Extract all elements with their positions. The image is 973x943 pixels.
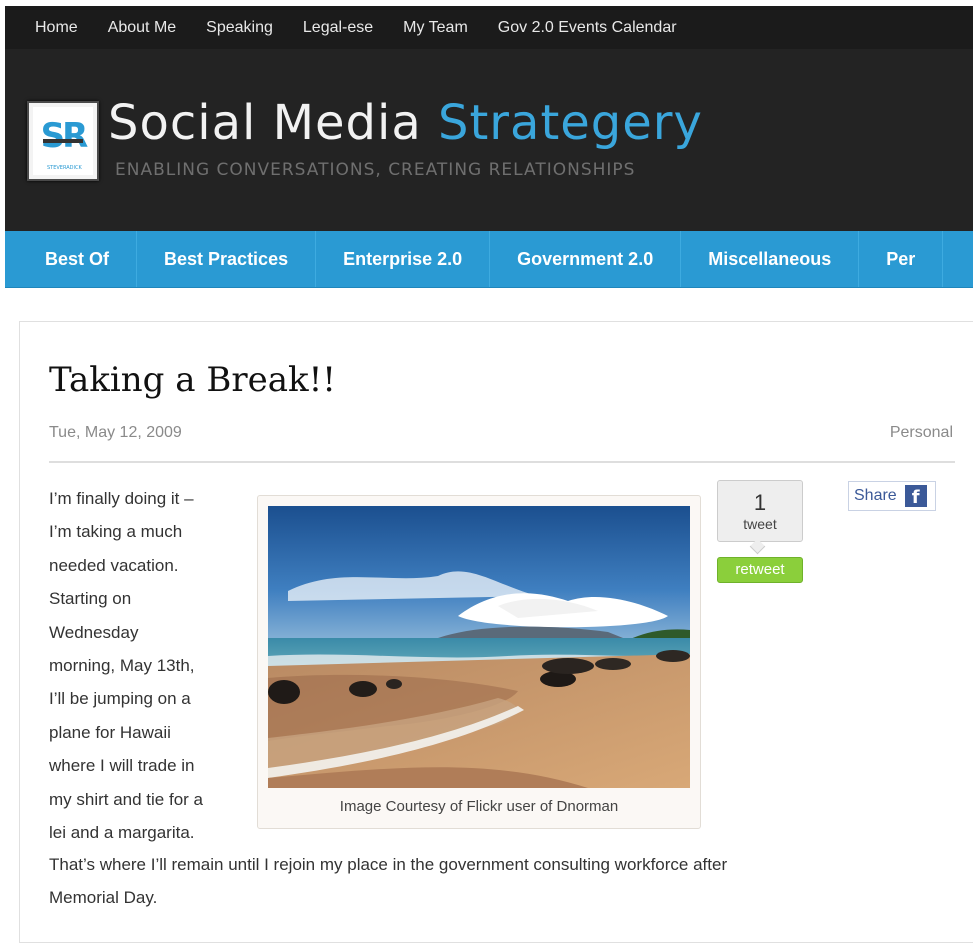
post-image-figure: Image Courtesy of Flickr user of Dnorman — [257, 495, 701, 829]
facebook-share-button[interactable]: Share f — [848, 481, 936, 511]
category-miscellaneous[interactable]: Miscellaneous — [681, 231, 860, 287]
post-category-link[interactable]: Personal — [890, 424, 953, 442]
nav-link-my-team[interactable]: My Team — [403, 19, 468, 37]
svg-text:SR: SR — [41, 116, 88, 156]
post-body-narrow: I’m finally doing it – I’m taking a much… — [49, 482, 249, 849]
body-line: plane for Hawaii — [49, 722, 171, 742]
body-line: That’s where I’ll remain until I rejoin … — [49, 855, 728, 874]
top-navigation: Home About Me Speaking Legal-ese My Team… — [5, 6, 973, 49]
beach-photo-image — [268, 506, 690, 788]
body-line: I’ll be jumping on a — [49, 689, 191, 709]
body-line: I’m finally doing it – — [49, 489, 194, 508]
site-logo[interactable]: SR STEVERADICK — [27, 101, 99, 181]
divider — [49, 461, 955, 463]
category-best-of[interactable]: Best Of — [5, 231, 138, 287]
tweet-label: tweet — [743, 516, 777, 532]
site-title-part2: Strategery — [438, 95, 703, 151]
body-line: Memorial Day. — [49, 888, 158, 908]
body-line: Starting on — [49, 589, 132, 609]
tweet-count-widget[interactable]: 1 tweet — [717, 480, 803, 555]
nav-link-home[interactable]: Home — [35, 19, 78, 37]
site-title[interactable]: Social Media Strategery — [108, 95, 703, 151]
category-government-2-0[interactable]: Government 2.0 — [490, 231, 682, 287]
site-title-part1: Social Media — [108, 95, 422, 151]
body-line: I’m taking a much — [49, 522, 183, 542]
facebook-icon: f — [904, 485, 927, 507]
sr-logo-icon: SR STEVERADICK — [33, 107, 93, 175]
post-body-wide: That’s where I’ll remain until I rejoin … — [49, 848, 949, 915]
site-header: SR STEVERADICK Social Media Strategery E… — [5, 49, 973, 231]
category-best-practices[interactable]: Best Practices — [137, 231, 317, 287]
nav-link-about-me[interactable]: About Me — [108, 19, 176, 37]
body-line: needed vacation. — [49, 555, 179, 575]
facebook-share-label: Share — [854, 487, 897, 504]
tweet-count: 1 — [753, 490, 767, 515]
post-title[interactable]: Taking a Break!! — [49, 360, 336, 400]
category-enterprise-2-0[interactable]: Enterprise 2.0 — [316, 231, 491, 287]
body-line: my shirt and tie for a — [49, 789, 204, 809]
body-line: where I will trade in — [49, 756, 195, 776]
category-navigation: Best Of Best Practices Enterprise 2.0 Go… — [5, 231, 973, 288]
category-personal-truncated[interactable]: Per — [859, 231, 944, 287]
site-tagline: ENABLING CONVERSATIONS, CREATING RELATIO… — [115, 160, 636, 180]
nav-link-speaking[interactable]: Speaking — [206, 19, 273, 37]
body-line: morning, May 13th, — [49, 656, 195, 676]
svg-text:STEVERADICK: STEVERADICK — [47, 165, 82, 171]
body-line: Wednesday — [49, 622, 139, 642]
nav-link-gov-events-calendar[interactable]: Gov 2.0 Events Calendar — [498, 19, 677, 37]
beach-photo[interactable] — [268, 506, 690, 788]
retweet-button[interactable]: retweet — [717, 557, 803, 583]
image-caption: Image Courtesy of Flickr user of Dnorman — [339, 798, 619, 815]
body-line: lei and a margarita. — [49, 823, 195, 843]
nav-link-legal-ese[interactable]: Legal-ese — [303, 19, 373, 37]
post-date: Tue, May 12, 2009 — [49, 424, 182, 441]
